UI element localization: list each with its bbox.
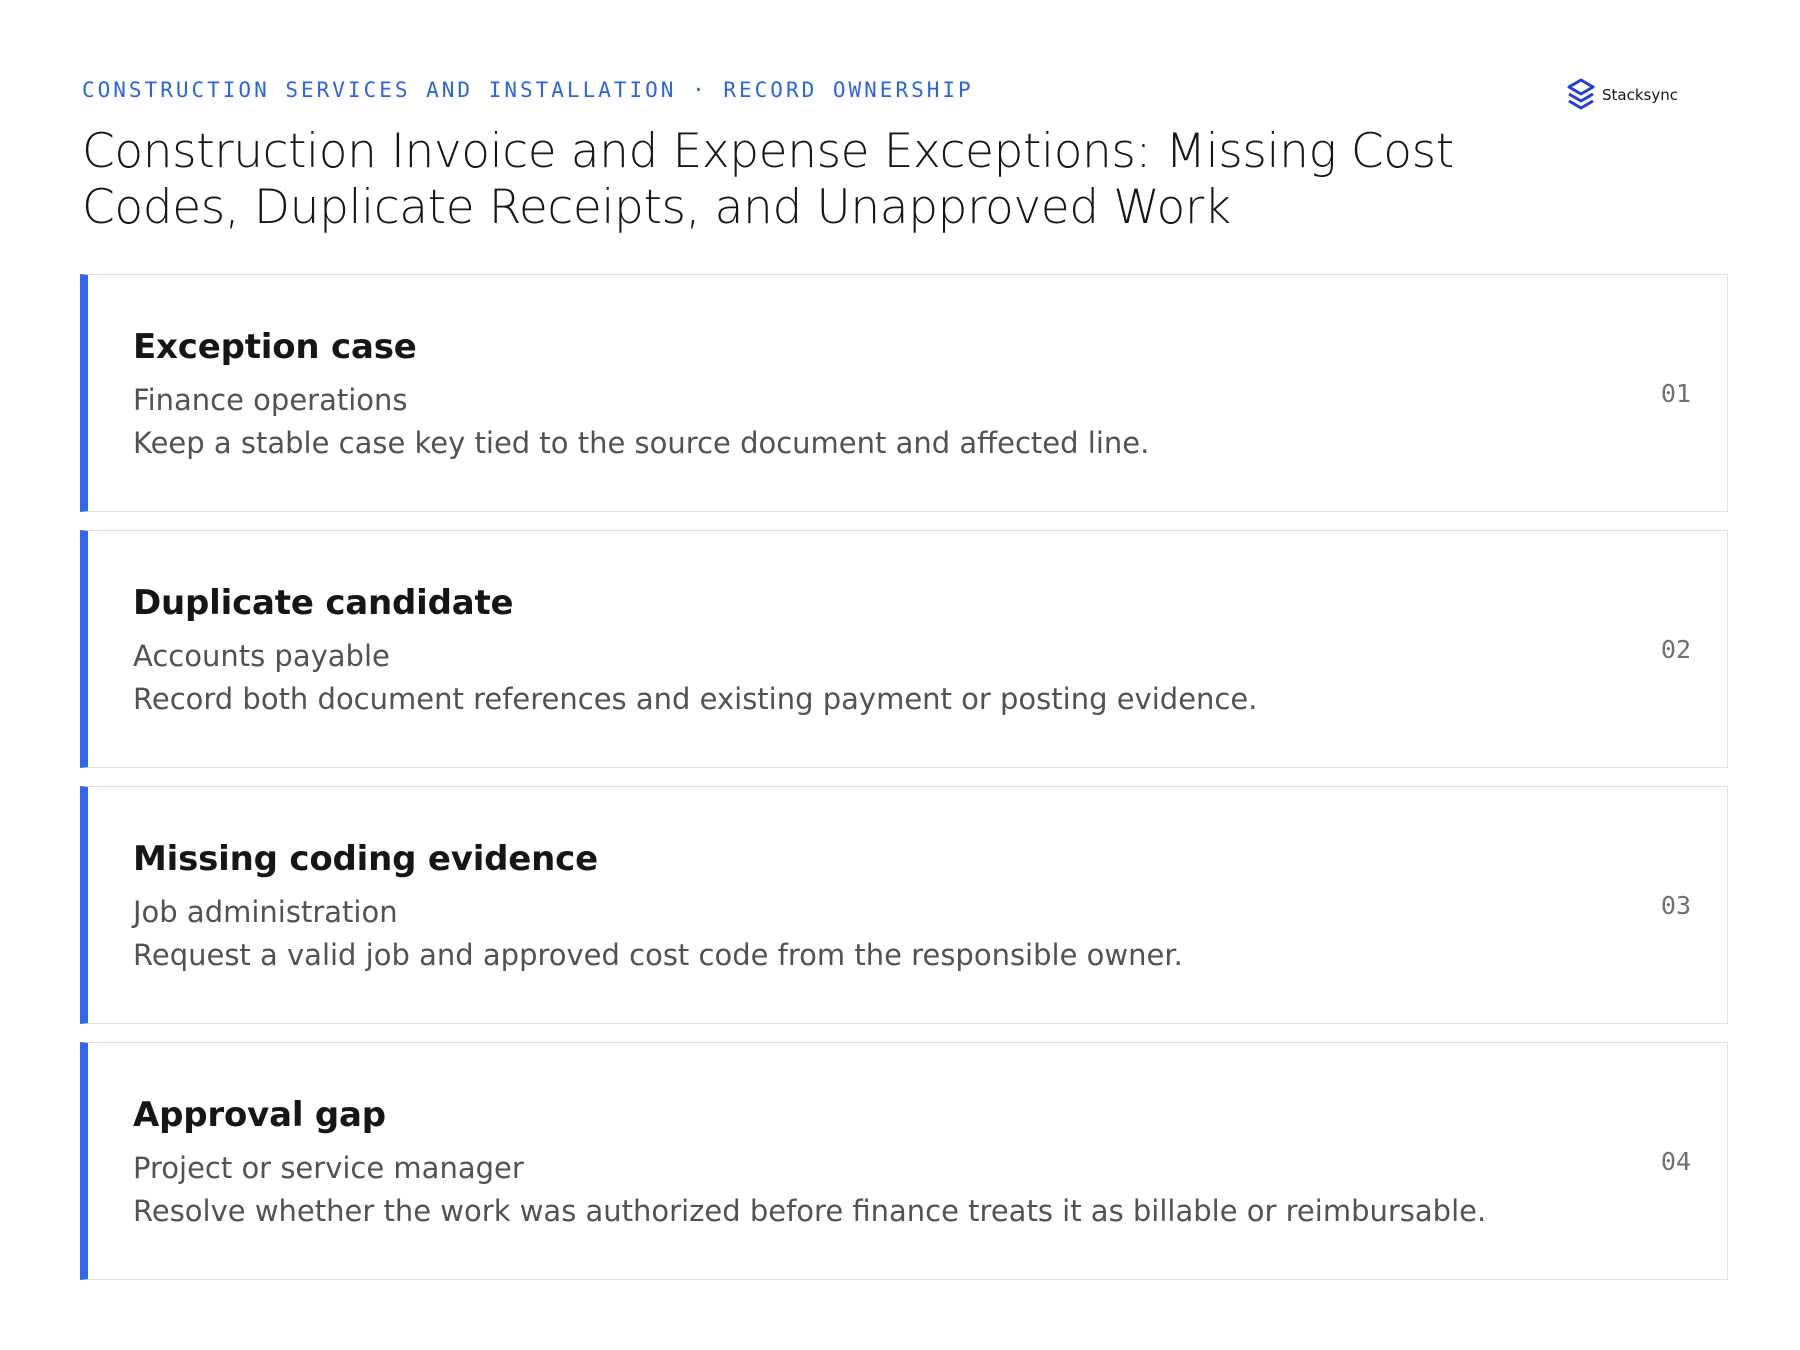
card-title: Exception case xyxy=(133,327,417,367)
brand-logo: Stacksync xyxy=(1566,78,1678,112)
page: CONSTRUCTION SERVICES AND INSTALLATION ·… xyxy=(0,0,1800,1350)
stacksync-logo-icon xyxy=(1567,78,1595,110)
card-number: 02 xyxy=(1660,635,1691,664)
card-title: Missing coding evidence xyxy=(133,839,598,879)
card-number: 01 xyxy=(1660,379,1691,408)
card-exception-case: Exception case Finance operations Keep a… xyxy=(80,274,1728,512)
card-owner: Finance operations xyxy=(133,383,408,417)
card-title: Approval gap xyxy=(133,1095,386,1135)
card-list: Exception case Finance operations Keep a… xyxy=(80,274,1728,1298)
card-number: 04 xyxy=(1660,1147,1691,1176)
card-missing-coding-evidence: Missing coding evidence Job administrati… xyxy=(80,786,1728,1024)
card-owner: Job administration xyxy=(133,895,398,929)
card-owner: Accounts payable xyxy=(133,639,390,673)
card-owner: Project or service manager xyxy=(133,1151,524,1185)
card-approval-gap: Approval gap Project or service manager … xyxy=(80,1042,1728,1280)
card-description: Keep a stable case key tied to the sourc… xyxy=(133,426,1150,460)
eyebrow-label: CONSTRUCTION SERVICES AND INSTALLATION ·… xyxy=(82,78,974,102)
card-duplicate-candidate: Duplicate candidate Accounts payable Rec… xyxy=(80,530,1728,768)
logo-text: Stacksync xyxy=(1602,86,1678,104)
page-title: Construction Invoice and Expense Excepti… xyxy=(82,124,1454,235)
card-title: Duplicate candidate xyxy=(133,583,514,623)
card-description: Record both document references and exis… xyxy=(133,682,1258,716)
card-description: Resolve whether the work was authorized … xyxy=(133,1194,1487,1228)
card-number: 03 xyxy=(1660,891,1691,920)
card-description: Request a valid job and approved cost co… xyxy=(133,938,1183,972)
